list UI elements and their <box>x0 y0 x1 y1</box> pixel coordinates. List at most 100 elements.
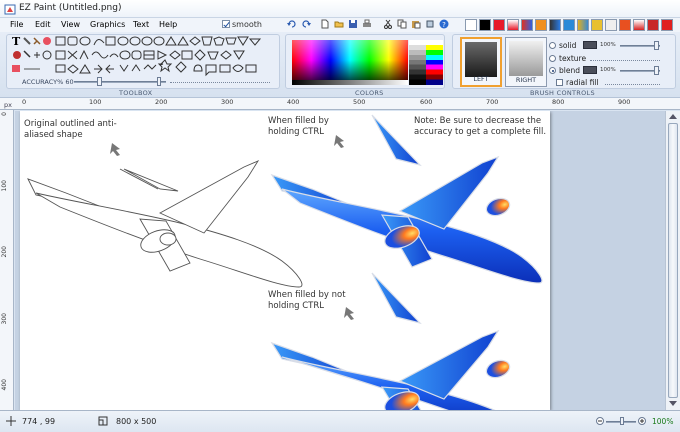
swatch[interactable] <box>605 19 617 31</box>
crop-icon[interactable] <box>425 19 435 29</box>
triangle-tool-icon[interactable] <box>165 36 177 46</box>
scroll-up-icon[interactable] <box>669 114 677 119</box>
new-file-icon[interactable] <box>320 19 330 29</box>
swatch[interactable] <box>507 19 519 31</box>
swatch[interactable] <box>591 19 603 31</box>
redo-icon[interactable] <box>301 19 311 29</box>
brush-tool-icon[interactable] <box>23 37 31 45</box>
swatch[interactable] <box>549 19 561 31</box>
solid-slider-thumb[interactable] <box>654 41 659 50</box>
paste-icon[interactable] <box>411 19 421 29</box>
shape-tool-icon[interactable] <box>117 36 129 46</box>
eraser-icon[interactable] <box>12 65 20 72</box>
swatch[interactable] <box>493 19 505 31</box>
shape-tool-icon[interactable] <box>225 37 237 45</box>
accuracy-slider-track[interactable] <box>74 81 166 83</box>
curve-tool-icon[interactable] <box>93 39 105 46</box>
swatch[interactable] <box>535 19 547 31</box>
shape-tool-icon[interactable] <box>219 64 231 73</box>
radial-fill-checkbox[interactable] <box>556 79 563 86</box>
shape-tool-icon[interactable] <box>55 64 66 73</box>
shape-tool-icon[interactable] <box>157 50 168 60</box>
shape-tool-icon[interactable] <box>153 36 165 46</box>
scroll-thumb[interactable] <box>668 123 678 398</box>
arrow-up-icon[interactable] <box>131 64 141 72</box>
shape-tool-icon[interactable] <box>131 50 142 60</box>
texture-option[interactable]: texture <box>549 54 586 63</box>
palette-column[interactable] <box>426 40 443 85</box>
shape-tool-icon[interactable] <box>143 50 155 60</box>
swatch[interactable] <box>563 19 575 31</box>
zoom-in-icon[interactable] <box>638 417 646 425</box>
shape-tool-icon[interactable] <box>42 50 52 60</box>
open-folder-icon[interactable] <box>334 19 344 29</box>
shape-tool-icon[interactable] <box>181 50 193 60</box>
pencil-tool-icon[interactable] <box>33 37 41 45</box>
wave-tool-icon[interactable] <box>91 51 109 59</box>
ellipse-tool-icon[interactable] <box>79 36 91 46</box>
menu-text[interactable]: Text <box>133 20 149 29</box>
shape-tool-icon[interactable] <box>233 50 245 60</box>
shape-tool-icon[interactable] <box>207 51 219 60</box>
shape-tool-icon[interactable] <box>220 50 232 60</box>
shape-tool-icon[interactable] <box>79 64 91 74</box>
shape-tool-icon[interactable] <box>143 64 157 70</box>
swatch[interactable] <box>521 19 533 31</box>
zoom-slider-thumb[interactable] <box>620 417 624 425</box>
swatch[interactable] <box>633 19 645 31</box>
triangle-tool-icon[interactable] <box>177 36 189 46</box>
menu-edit[interactable]: Edit <box>35 20 51 29</box>
shape-tool-icon[interactable] <box>169 50 181 60</box>
solid-radio[interactable] <box>549 42 556 49</box>
menu-graphics[interactable]: Graphics <box>90 20 125 29</box>
arrow-down-icon[interactable] <box>119 64 129 72</box>
arrow-right-icon[interactable] <box>94 64 103 74</box>
scroll-down-icon[interactable] <box>669 401 677 406</box>
shape-tool-icon[interactable] <box>194 49 206 61</box>
swatch[interactable] <box>577 19 589 31</box>
text-tool-icon[interactable]: T <box>12 35 21 48</box>
blend-color-chip[interactable] <box>583 66 597 74</box>
right-brush-button[interactable]: RIGHT <box>505 37 547 87</box>
left-brush-button[interactable]: LEFT <box>460 37 502 87</box>
save-icon[interactable] <box>348 19 358 29</box>
shape-tool-icon[interactable] <box>232 64 244 72</box>
swatch[interactable] <box>479 19 491 31</box>
solid-color-chip[interactable] <box>583 41 597 49</box>
shape-tool-icon[interactable] <box>141 36 153 46</box>
shape-tool-icon[interactable] <box>119 50 131 60</box>
shape-tool-icon[interactable] <box>105 36 116 46</box>
help-icon[interactable]: ? <box>439 19 449 29</box>
shape-tool-icon[interactable] <box>67 50 78 60</box>
shape-tool-icon[interactable] <box>55 50 66 60</box>
shape-tool-icon[interactable] <box>237 36 249 46</box>
callout-tool-icon[interactable] <box>205 64 217 77</box>
rect-tool-icon[interactable] <box>55 36 66 46</box>
zoom-out-icon[interactable] <box>596 417 604 425</box>
gray-scale-bar[interactable] <box>292 80 408 85</box>
menu-view[interactable]: View <box>61 20 80 29</box>
menu-help[interactable]: Help <box>159 20 177 29</box>
print-icon[interactable] <box>362 19 372 29</box>
trapezoid-tool-icon[interactable] <box>201 36 213 46</box>
fill-tool-icon[interactable] <box>43 37 51 45</box>
eyedropper-icon[interactable] <box>23 50 31 58</box>
round-rect-tool-icon[interactable] <box>67 36 78 46</box>
blend-radio[interactable] <box>549 67 556 74</box>
shape-tool-icon[interactable] <box>248 38 262 46</box>
shape-tool-icon[interactable] <box>245 64 257 73</box>
cut-icon[interactable] <box>383 19 393 29</box>
menu-file[interactable]: File <box>10 20 23 29</box>
blend-slider-thumb[interactable] <box>654 66 659 75</box>
texture-radio[interactable] <box>549 55 556 62</box>
pentagon-tool-icon[interactable] <box>213 36 225 46</box>
accuracy-slider-thumb[interactable] <box>97 77 102 86</box>
drawing-canvas[interactable]: Original outlined anti-aliased shape Whe… <box>20 111 550 410</box>
diamond-tool-icon[interactable] <box>189 36 201 46</box>
color-picker-icon[interactable] <box>13 51 21 59</box>
copy-icon[interactable] <box>397 19 407 29</box>
swatch[interactable] <box>465 19 477 31</box>
arrow-left-icon[interactable] <box>105 64 114 74</box>
shape-tool-icon[interactable] <box>109 53 119 58</box>
shape-tool-icon[interactable] <box>129 36 141 46</box>
